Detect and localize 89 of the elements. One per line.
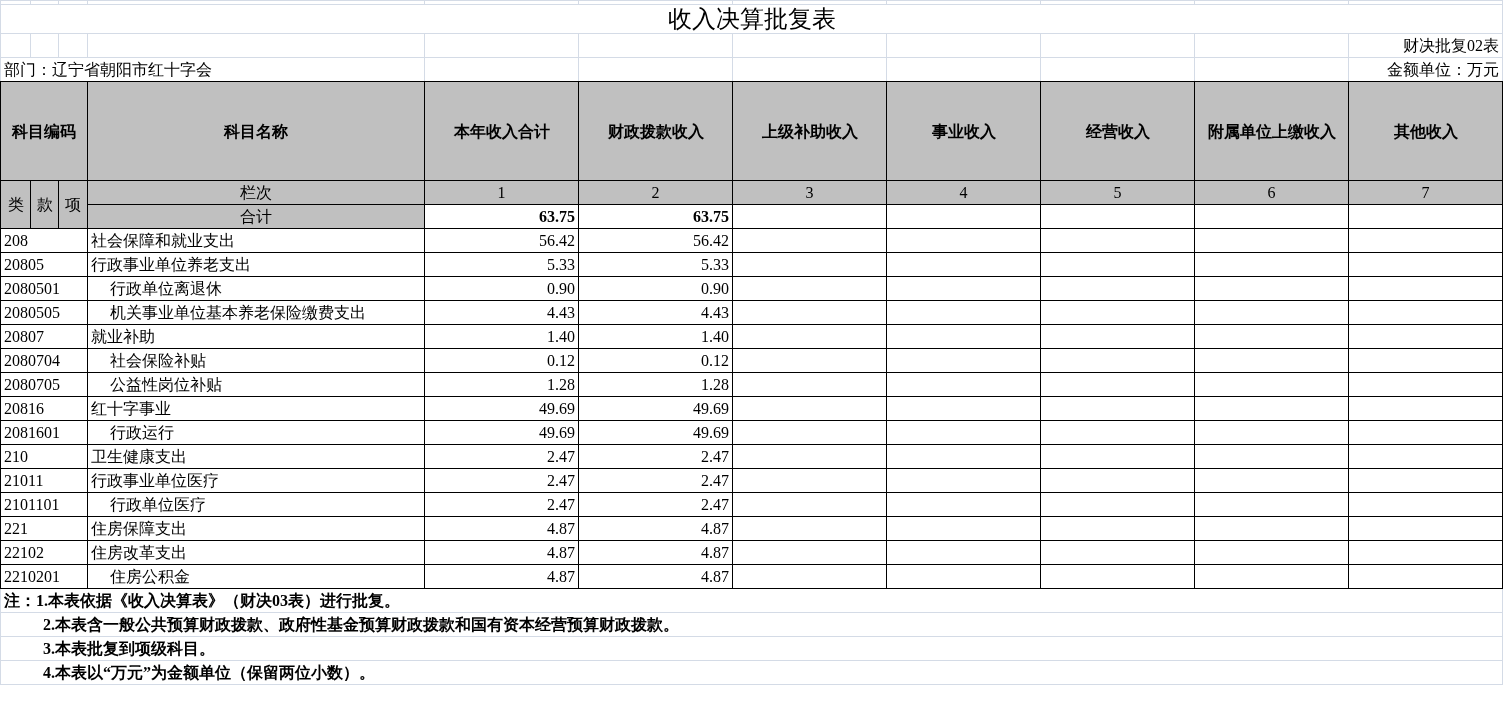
code-cell: 2080704 bbox=[0, 348, 88, 373]
sheet-title: 收入决算批复表 bbox=[0, 4, 1503, 34]
amount-cell: 2.47 bbox=[424, 492, 579, 517]
column-number: 5 bbox=[1040, 180, 1195, 205]
amount-cell: 5.33 bbox=[424, 252, 579, 277]
name-cell: 机关事业单位基本养老保险缴费支出 bbox=[87, 300, 425, 325]
amount-cell: 49.69 bbox=[424, 396, 579, 421]
note-text: 注：1.本表依据《收入决算表》（财决03表）进行批复。 bbox=[0, 588, 1503, 613]
amount-cell: 1.28 bbox=[578, 372, 733, 397]
amount-cell: 49.69 bbox=[578, 396, 733, 421]
column-number: 3 bbox=[732, 180, 887, 205]
name-cell: 社会保障和就业支出 bbox=[87, 228, 425, 253]
name-cell: 红十字事业 bbox=[87, 396, 425, 421]
column-header: 经营收入 bbox=[1040, 81, 1195, 181]
amount-cell: 4.87 bbox=[578, 516, 733, 541]
amount-cell: 0.12 bbox=[578, 348, 733, 373]
amount-cell: 1.28 bbox=[424, 372, 579, 397]
amount-cell: 0.90 bbox=[578, 276, 733, 301]
name-cell: 行政事业单位养老支出 bbox=[87, 252, 425, 277]
column-number: 2 bbox=[578, 180, 733, 205]
column-header: 财政拨款收入 bbox=[578, 81, 733, 181]
code-cell: 21011 bbox=[0, 468, 88, 493]
note-text: 2.本表含一般公共预算财政拨款、政府性基金预算财政拨款和国有资本经营预算财政拨款。 bbox=[0, 612, 1503, 637]
column-header: 其他收入 bbox=[1348, 81, 1503, 181]
amount-cell: 4.43 bbox=[578, 300, 733, 325]
note-text: 4.本表以“万元”为金额单位（保留两位小数）。 bbox=[0, 660, 1503, 685]
name-cell: 行政事业单位医疗 bbox=[87, 468, 425, 493]
amount-cell: 1.40 bbox=[578, 324, 733, 349]
form-number-label: 财决批复02表 bbox=[1348, 33, 1503, 58]
name-cell: 卫生健康支出 bbox=[87, 444, 425, 469]
amount-cell: 56.42 bbox=[578, 228, 733, 253]
column-header: 栏次 bbox=[87, 180, 425, 205]
code-cell: 22102 bbox=[0, 540, 88, 565]
column-number: 6 bbox=[1194, 180, 1349, 205]
amount-cell: 2.47 bbox=[578, 444, 733, 469]
code-cell: 20805 bbox=[0, 252, 88, 277]
column-header: 科目名称 bbox=[87, 81, 425, 181]
amount-cell: 0.12 bbox=[424, 348, 579, 373]
amount-cell: 4.87 bbox=[424, 540, 579, 565]
amount-cell: 4.87 bbox=[424, 516, 579, 541]
amount-cell: 5.33 bbox=[578, 252, 733, 277]
column-header: 事业收入 bbox=[886, 81, 1041, 181]
amount-cell: 56.42 bbox=[424, 228, 579, 253]
amount-cell: 1.40 bbox=[424, 324, 579, 349]
code-cell: 2080505 bbox=[0, 300, 88, 325]
code-cell: 20807 bbox=[0, 324, 88, 349]
column-number: 7 bbox=[1348, 180, 1503, 205]
name-cell: 行政单位医疗 bbox=[87, 492, 425, 517]
amount-cell: 2.47 bbox=[424, 444, 579, 469]
amount-cell: 4.87 bbox=[578, 564, 733, 589]
code-cell: 2080501 bbox=[0, 276, 88, 301]
code-cell: 221 bbox=[0, 516, 88, 541]
code-cell: 20816 bbox=[0, 396, 88, 421]
code-cell: 2080705 bbox=[0, 372, 88, 397]
name-cell: 住房改革支出 bbox=[87, 540, 425, 565]
code-cell: 208 bbox=[0, 228, 88, 253]
amount-cell: 0.90 bbox=[424, 276, 579, 301]
code-cell: 2210201 bbox=[0, 564, 88, 589]
column-header: 类 bbox=[0, 180, 31, 229]
code-cell: 210 bbox=[0, 444, 88, 469]
column-header: 本年收入合计 bbox=[424, 81, 579, 181]
code-cell: 2081601 bbox=[0, 420, 88, 445]
department-label: 部门：辽宁省朝阳市红十字会 bbox=[0, 57, 425, 82]
column-number: 1 bbox=[424, 180, 579, 205]
amount-cell: 2.47 bbox=[424, 468, 579, 493]
total-cell: 63.75 bbox=[578, 204, 733, 229]
amount-cell: 49.69 bbox=[424, 420, 579, 445]
name-cell: 就业补助 bbox=[87, 324, 425, 349]
total-cell: 63.75 bbox=[424, 204, 579, 229]
column-header: 上级补助收入 bbox=[732, 81, 887, 181]
amount-cell: 4.87 bbox=[424, 564, 579, 589]
name-cell: 住房公积金 bbox=[87, 564, 425, 589]
amount-cell: 4.43 bbox=[424, 300, 579, 325]
column-header: 科目编码 bbox=[0, 81, 88, 181]
name-cell: 住房保障支出 bbox=[87, 516, 425, 541]
amount-cell: 2.47 bbox=[578, 492, 733, 517]
name-cell: 公益性岗位补贴 bbox=[87, 372, 425, 397]
amount-cell: 4.87 bbox=[578, 540, 733, 565]
column-header: 附属单位上缴收入 bbox=[1194, 81, 1349, 181]
note-text: 3.本表批复到项级科目。 bbox=[0, 636, 1503, 661]
name-cell: 社会保险补贴 bbox=[87, 348, 425, 373]
amount-cell: 2.47 bbox=[578, 468, 733, 493]
name-cell: 行政运行 bbox=[87, 420, 425, 445]
column-number: 4 bbox=[886, 180, 1041, 205]
code-cell: 2101101 bbox=[0, 492, 88, 517]
amount-cell: 49.69 bbox=[578, 420, 733, 445]
total-label: 合计 bbox=[87, 204, 425, 229]
unit-label: 金额单位：万元 bbox=[1348, 57, 1503, 82]
name-cell: 行政单位离退休 bbox=[87, 276, 425, 301]
